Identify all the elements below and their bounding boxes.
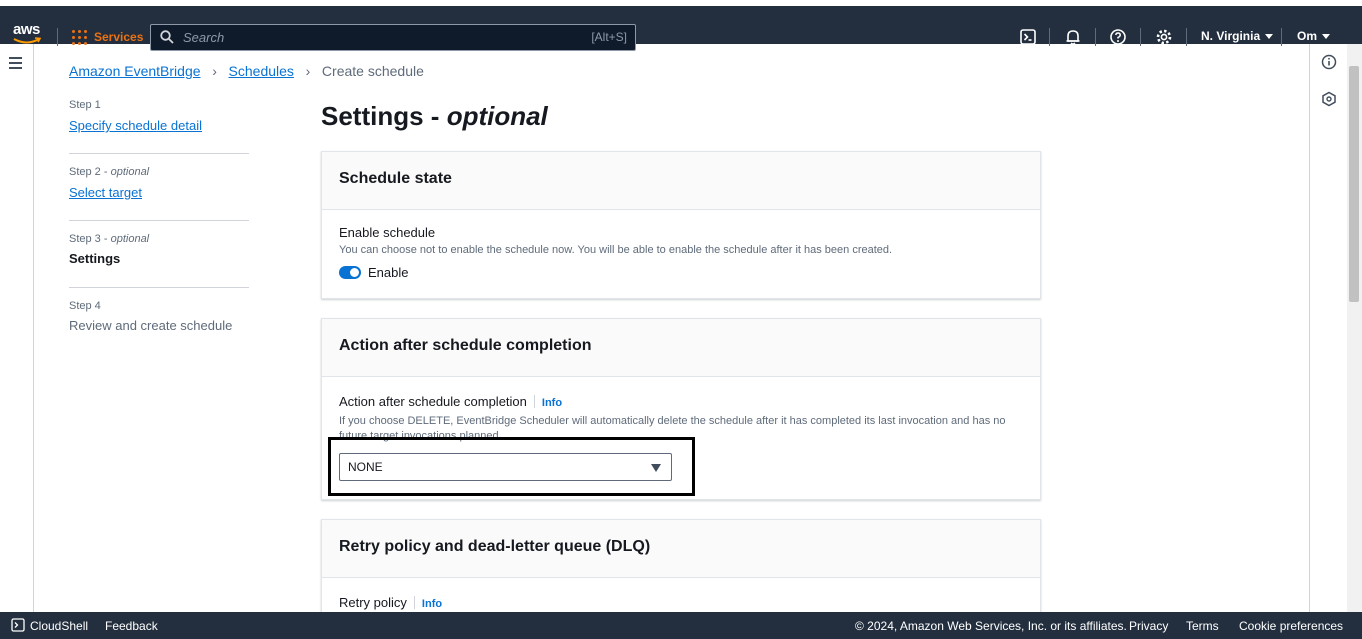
nav-divider — [1281, 28, 1282, 46]
account-menu[interactable]: Om — [1297, 29, 1331, 43]
side-nav-strip — [0, 44, 34, 612]
bell-icon[interactable] — [1064, 28, 1082, 46]
step-number: Step 2 - optional — [69, 166, 150, 178]
info-icon[interactable] — [1321, 54, 1337, 70]
info-link[interactable]: Info — [542, 397, 562, 409]
field-label: Action after schedule completion — [339, 394, 527, 409]
caret-down-icon — [651, 464, 661, 472]
step-number: Step 1 — [69, 99, 101, 111]
nav-divider — [57, 28, 58, 46]
step-3-current: Settings — [69, 251, 121, 266]
account-label: Om — [1297, 29, 1318, 43]
nav-divider — [1186, 28, 1187, 46]
step-4: Step 4 Review and create schedule — [69, 300, 249, 355]
cookie-preferences-link[interactable]: Cookie preferences — [1239, 619, 1343, 633]
panel-header: Retry policy and dead-letter queue (DLQ) — [322, 520, 1040, 578]
field-description: You can choose not to enable the schedul… — [339, 244, 893, 256]
services-menu-button[interactable]: Services — [72, 28, 143, 46]
panel-header: Schedule state — [322, 152, 1040, 210]
step-number: Step 3 - optional — [69, 233, 150, 245]
cloudshell-icon[interactable] — [1019, 28, 1037, 46]
step-number: Step 4 — [69, 300, 101, 312]
cloudshell-icon[interactable] — [11, 618, 25, 632]
search-icon — [160, 30, 174, 44]
nav-divider — [1140, 28, 1141, 46]
step-3: Step 3 - optional Settings — [69, 233, 249, 288]
footer: CloudShell Feedback © 2024, Amazon Web S… — [0, 612, 1362, 639]
enable-toggle[interactable]: Enable — [339, 265, 1023, 280]
action-select[interactable]: NONE — [339, 453, 672, 481]
feedback-link[interactable]: Feedback — [105, 619, 158, 633]
privacy-link[interactable]: Privacy — [1129, 619, 1168, 633]
chevron-down-icon — [1322, 34, 1331, 40]
panel-header: Action after schedule completion — [322, 319, 1040, 377]
breadcrumb: Amazon EventBridge › Schedules › Create … — [69, 63, 424, 79]
field-label: Retry policy — [339, 595, 407, 610]
copyright-text: © 2024, Amazon Web Services, Inc. or its… — [855, 619, 1127, 633]
terms-link[interactable]: Terms — [1186, 619, 1219, 633]
chevron-down-icon — [1265, 34, 1274, 40]
field-label-row: Action after schedule completion Info — [339, 393, 1023, 411]
select-value: NONE — [348, 460, 383, 474]
search-placeholder: Search — [183, 30, 225, 45]
hexagon-icon[interactable] — [1321, 91, 1337, 107]
breadcrumb-eventbridge[interactable]: Amazon EventBridge — [69, 63, 201, 79]
chevron-right-icon: › — [305, 63, 311, 79]
gear-icon[interactable] — [1155, 28, 1173, 46]
nav-divider — [1049, 28, 1050, 46]
nav-divider — [1095, 28, 1096, 46]
top-navigation: aws Services Search [Alt+S] N. Virginia … — [0, 0, 1362, 51]
menu-icon[interactable] — [9, 57, 22, 72]
breadcrumb-schedules[interactable]: Schedules — [229, 63, 294, 79]
scrollbar-thumb[interactable] — [1349, 66, 1359, 302]
tools-panel-strip — [1309, 44, 1347, 612]
toggle-label: Enable — [368, 265, 409, 280]
step-1: Step 1 Specify schedule detail — [69, 99, 249, 154]
wizard-steps: Step 1 Specify schedule detail Step 2 - … — [69, 99, 249, 367]
region-selector[interactable]: N. Virginia — [1201, 29, 1274, 43]
schedule-state-panel: Schedule state Enable schedule You can c… — [321, 151, 1041, 299]
chevron-right-icon: › — [212, 63, 217, 79]
step-2: Step 2 - optional Select target — [69, 166, 249, 221]
help-icon[interactable] — [1109, 28, 1127, 46]
step-4-label: Review and create schedule — [69, 318, 233, 333]
step-1-link[interactable]: Specify schedule detail — [69, 118, 202, 133]
step-2-link[interactable]: Select target — [69, 185, 142, 200]
search-input[interactable]: Search [Alt+S] — [150, 24, 636, 51]
grid-icon — [72, 29, 87, 45]
region-label: N. Virginia — [1201, 29, 1261, 43]
field-label: Enable schedule — [339, 225, 436, 240]
breadcrumb-current: Create schedule — [321, 63, 424, 79]
search-shortcut: [Alt+S] — [591, 30, 627, 44]
aws-logo-text: aws — [13, 21, 40, 38]
page-scrollbar[interactable] — [1347, 44, 1362, 612]
retry-policy-panel: Retry policy and dead-letter queue (DLQ)… — [321, 519, 1041, 619]
page-title: Settings - optional — [321, 101, 548, 131]
info-link[interactable]: Info — [422, 598, 442, 610]
services-label: Services — [94, 30, 144, 44]
cloudshell-link[interactable]: CloudShell — [30, 619, 88, 633]
toggle-switch[interactable] — [339, 266, 361, 279]
